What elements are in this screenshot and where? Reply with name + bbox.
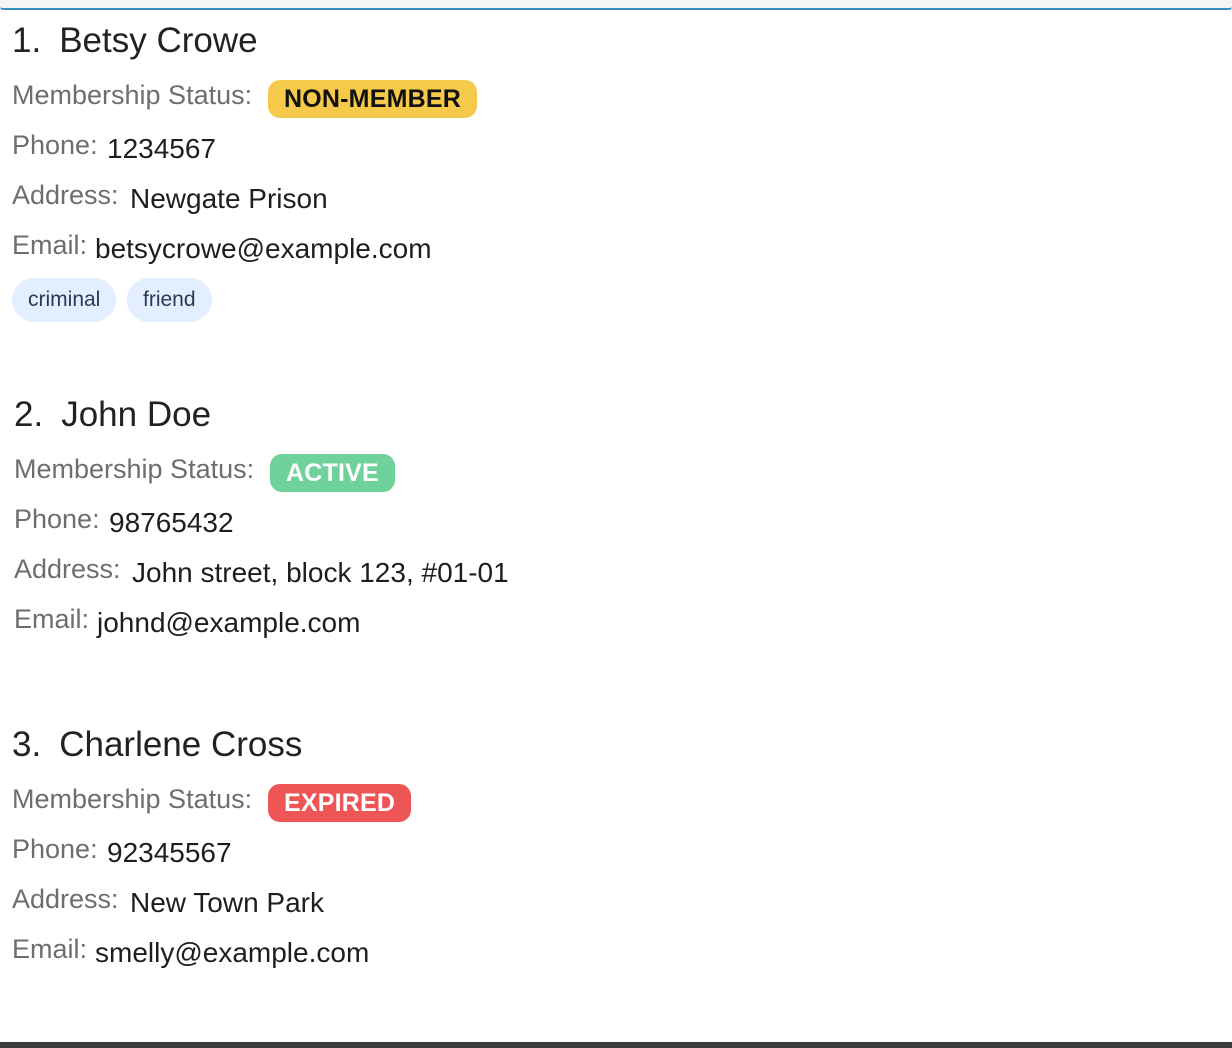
phone-value: 1234567 <box>107 133 217 164</box>
address-label: Address: <box>12 884 119 914</box>
list-bottom-edge <box>0 1042 1232 1048</box>
card-header: 2. John Doe <box>14 393 211 437</box>
phone-label: Phone: <box>12 834 98 864</box>
membership-label: Membership Status: <box>12 80 253 110</box>
phone-value: 92345567 <box>107 837 232 868</box>
email-label: Email: <box>12 230 88 260</box>
tag-list: criminal friend <box>12 278 258 324</box>
membership-row: Membership Status: ACTIVE <box>14 450 395 500</box>
email-value: johnd@example.com <box>97 607 361 638</box>
person-index: 2. <box>14 395 44 434</box>
person-name: Betsy Crowe <box>59 21 258 60</box>
address-row: Address: Newgate Prison <box>12 176 328 226</box>
address-value: John street, block 123, #01-01 <box>132 557 509 588</box>
person-card[interactable]: 2. John Doe Membership Status: ACTIVE Pho… <box>14 393 509 650</box>
email-label: Email: <box>14 604 90 634</box>
tag-chip: friend <box>127 278 212 322</box>
membership-status-badge: NON-MEMBER <box>268 80 477 118</box>
email-row: Email: betsycrowe@example.com <box>12 226 432 276</box>
phone-row: Phone: 98765432 <box>14 500 234 550</box>
address-row: Address: New Town Park <box>12 880 324 930</box>
email-row: Email: johnd@example.com <box>14 600 360 650</box>
phone-row: Phone: 92345567 <box>12 830 302 880</box>
phone-label: Phone: <box>14 504 100 534</box>
email-label: Email: <box>12 934 88 964</box>
tag-chip: criminal <box>12 278 117 322</box>
phone-value: 98765432 <box>109 507 234 538</box>
address-value: Newgate Prison <box>130 183 328 214</box>
email-value: smelly@example.com <box>95 937 370 968</box>
membership-status-badge: ACTIVE <box>270 454 395 492</box>
card-header: 1. Betsy Crowe <box>12 19 258 63</box>
phone-label: Phone: <box>12 130 98 160</box>
person-card[interactable]: 1. Betsy Crowe Membership Status: NON-MEM… <box>12 19 477 324</box>
membership-row: Membership Status: NON-MEMBER <box>12 76 477 126</box>
address-label: Address: <box>12 180 119 210</box>
person-index: 1. <box>12 21 42 60</box>
person-name: Charlene Cross <box>59 725 303 764</box>
address-value: New Town Park <box>130 887 325 918</box>
card-header: 3. Charlene Cross <box>12 723 302 767</box>
person-index: 3. <box>12 725 42 764</box>
membership-label: Membership Status: <box>14 454 255 484</box>
person-name: John Doe <box>61 395 212 434</box>
list-top-edge <box>0 0 1232 10</box>
address-label: Address: <box>14 554 121 584</box>
email-value: betsycrowe@example.com <box>95 233 432 264</box>
membership-status-badge: EXPIRED <box>268 784 412 822</box>
membership-label: Membership Status: <box>12 784 253 814</box>
membership-row: Membership Status: EXPIRED <box>12 780 412 830</box>
address-row: Address: John street, block 123, #01-01 <box>14 550 509 600</box>
phone-row: Phone: 1234567 <box>12 126 258 176</box>
email-row: Email: smelly@example.com <box>12 930 369 980</box>
person-card[interactable]: 3. Charlene Cross Membership Status: EXPI… <box>12 723 412 980</box>
